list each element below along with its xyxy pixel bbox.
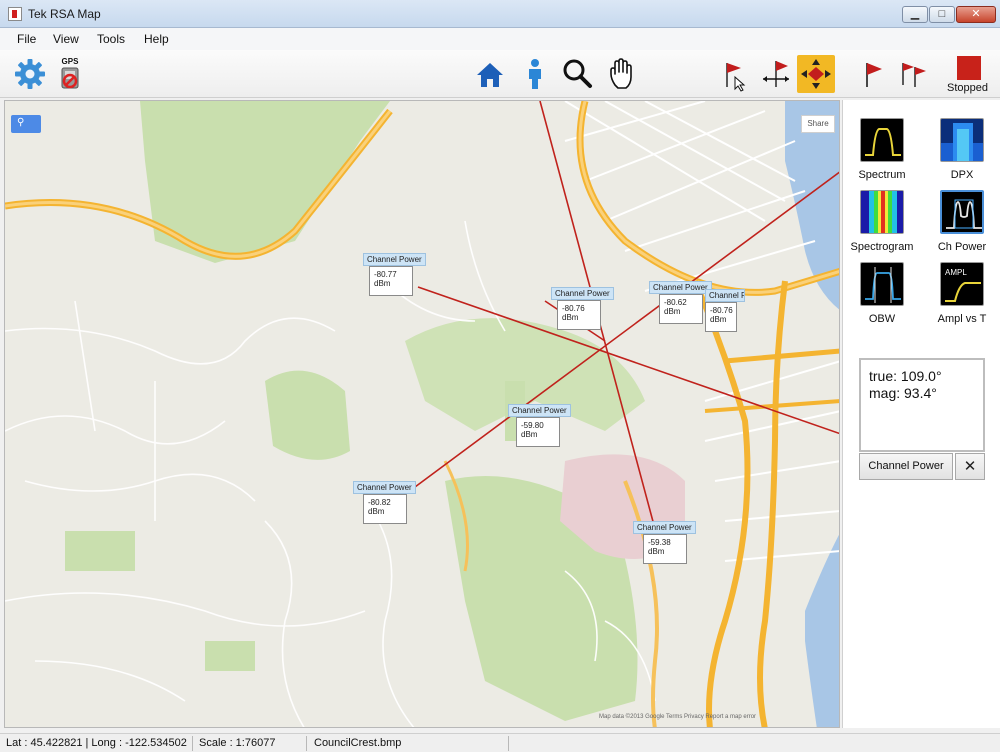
channel-power-unit: dBm [648, 547, 665, 556]
lat-long-readout: Lat : 45.422821 | Long : -122.534502 [6, 737, 187, 749]
maximize-button[interactable]: □ [929, 6, 955, 23]
channel-power-value: -59.38 [648, 538, 671, 547]
channel-power-marker[interactable]: Channel Power -80.62 dBm [649, 281, 712, 324]
obw-icon [860, 262, 904, 306]
channel-power-reading: -59.38 dBm [643, 534, 687, 564]
obw-label: OBW [868, 313, 896, 325]
channel-power-unit: dBm [710, 315, 727, 324]
spectrogram-button[interactable]: Spectrogram [843, 176, 921, 253]
channel-power-value: -80.82 [368, 498, 391, 507]
measurement-panel: Spectrum DPX Spectrogram Ch Power OBW AM… [842, 100, 1000, 728]
channel-power-reading: -80.77 dBm [369, 266, 413, 296]
ampl-vs-t-icon: AMPL [940, 262, 984, 306]
channel-power-marker[interactable]: Channel Power -59.80 dBm [508, 404, 571, 447]
stop-icon[interactable] [952, 53, 986, 83]
stopped-label: Stopped [947, 82, 988, 94]
menu-view[interactable]: View [53, 32, 79, 46]
status-separator [192, 736, 193, 751]
map-tiles [5, 101, 839, 727]
status-bar: Lat : 45.422821 | Long : -122.534502 Sca… [0, 733, 1000, 752]
ch-power-icon [940, 190, 984, 234]
settings-gear-icon[interactable] [11, 55, 49, 93]
channel-power-marker[interactable]: Channel Power -80.76dBm [705, 289, 745, 332]
channel-power-reading: -80.76 dBm [557, 300, 601, 330]
channel-power-value: -80.76 [562, 304, 585, 313]
map-search-button[interactable]: ⚲ [11, 115, 41, 133]
bearing-readout: true: 109.0° mag: 93.4° [859, 358, 985, 452]
gps-label: GPS [62, 57, 80, 66]
close-measurement-button[interactable]: ✕ [955, 453, 985, 480]
channel-power-marker[interactable]: Channel Power -80.77 dBm [363, 253, 426, 296]
channel-power-marker[interactable]: Channel Power -80.82 dBm [353, 481, 416, 524]
active-measurement-button[interactable]: Channel Power [859, 453, 953, 480]
move-arrows-icon[interactable] [797, 55, 835, 93]
scale-readout: Scale : 1:76077 [199, 737, 276, 749]
title-bar: Tek RSA Map ▁ □ ✕ [0, 0, 1000, 28]
person-icon[interactable] [516, 55, 554, 93]
channel-power-reading: -80.76 dBm [705, 302, 737, 332]
ampl-vs-t-label: Ampl vs T [937, 313, 987, 325]
menu-bar: File View Tools Help [0, 28, 1000, 50]
map-view[interactable]: ⚲ Share Channel Power -80.77 dBm Channel … [4, 100, 840, 728]
channel-power-unit: dBm [374, 279, 391, 288]
map-search-icon: ⚲ [17, 117, 25, 128]
map-share-button[interactable]: Share [801, 115, 835, 133]
app-window: Tek RSA Map ▁ □ ✕ File View Tools Help G… [0, 0, 1000, 752]
ampl-icon-text: AMPL [945, 268, 967, 277]
channel-power-reading: -59.80 dBm [516, 417, 560, 447]
obw-button[interactable]: OBW [843, 248, 921, 325]
channel-power-reading: -80.62 dBm [659, 294, 703, 324]
dpx-button[interactable]: DPX [923, 104, 1000, 181]
channel-power-value: -80.62 [664, 298, 687, 307]
magnetic-bearing: mag: 93.4° [869, 385, 937, 401]
channel-power-reading: -80.82 dBm [363, 494, 407, 524]
channel-power-title: Channel Power [633, 521, 696, 534]
flag-measure-icon[interactable] [756, 55, 794, 93]
menu-file[interactable]: File [17, 32, 36, 46]
channel-power-title: Channel Power [353, 481, 416, 494]
menu-tools[interactable]: Tools [97, 32, 125, 46]
channel-power-title: Channel Power [551, 287, 614, 300]
ch-power-button[interactable]: Ch Power [923, 176, 1000, 253]
map-attribution: Map data ©2013 Google Terms Privacy Repo… [599, 714, 757, 720]
channel-power-value: -59.80 [521, 421, 544, 430]
channel-power-value: -80.77 [374, 270, 397, 279]
channel-power-unit: dBm [664, 307, 681, 316]
channel-power-title: Channel Power [649, 281, 712, 294]
window-title: Tek RSA Map [28, 7, 101, 21]
multi-flag-icon[interactable] [893, 55, 931, 93]
flag-icon[interactable] [853, 55, 891, 93]
minimize-button[interactable]: ▁ [902, 6, 928, 23]
spectrogram-icon [860, 190, 904, 234]
spectrum-icon [860, 118, 904, 162]
true-bearing: true: 109.0° [869, 368, 942, 384]
status-separator [508, 736, 509, 751]
menu-help[interactable]: Help [144, 32, 169, 46]
status-separator [306, 736, 307, 751]
channel-power-unit: dBm [521, 430, 538, 439]
app-icon [8, 7, 22, 21]
flag-cursor-icon[interactable] [715, 55, 753, 93]
toolbar: GPS [0, 50, 1000, 98]
hand-pan-icon[interactable] [603, 55, 641, 93]
channel-power-marker[interactable]: Channel Power -59.38 dBm [633, 521, 696, 564]
close-button[interactable]: ✕ [956, 6, 996, 23]
channel-power-value: -80.76 [710, 306, 733, 315]
channel-power-marker[interactable]: Channel Power -80.76dBm [551, 287, 614, 330]
gps-disabled-icon[interactable]: GPS [51, 55, 89, 93]
map-file-name: CouncilCrest.bmp [314, 737, 402, 749]
channel-power-title: Channel Power [508, 404, 571, 417]
home-icon[interactable] [471, 55, 509, 93]
spectrum-button[interactable]: Spectrum [843, 104, 921, 181]
channel-power-unit: dBm [368, 507, 385, 516]
channel-power-title: Channel Power [705, 289, 745, 302]
channel-power-title: Channel Power [363, 253, 426, 266]
ampl-vs-t-button[interactable]: AMPL Ampl vs T [923, 248, 1000, 325]
channel-power-unit: dBm [562, 313, 579, 322]
dpx-icon [940, 118, 984, 162]
magnifier-icon[interactable] [558, 55, 596, 93]
